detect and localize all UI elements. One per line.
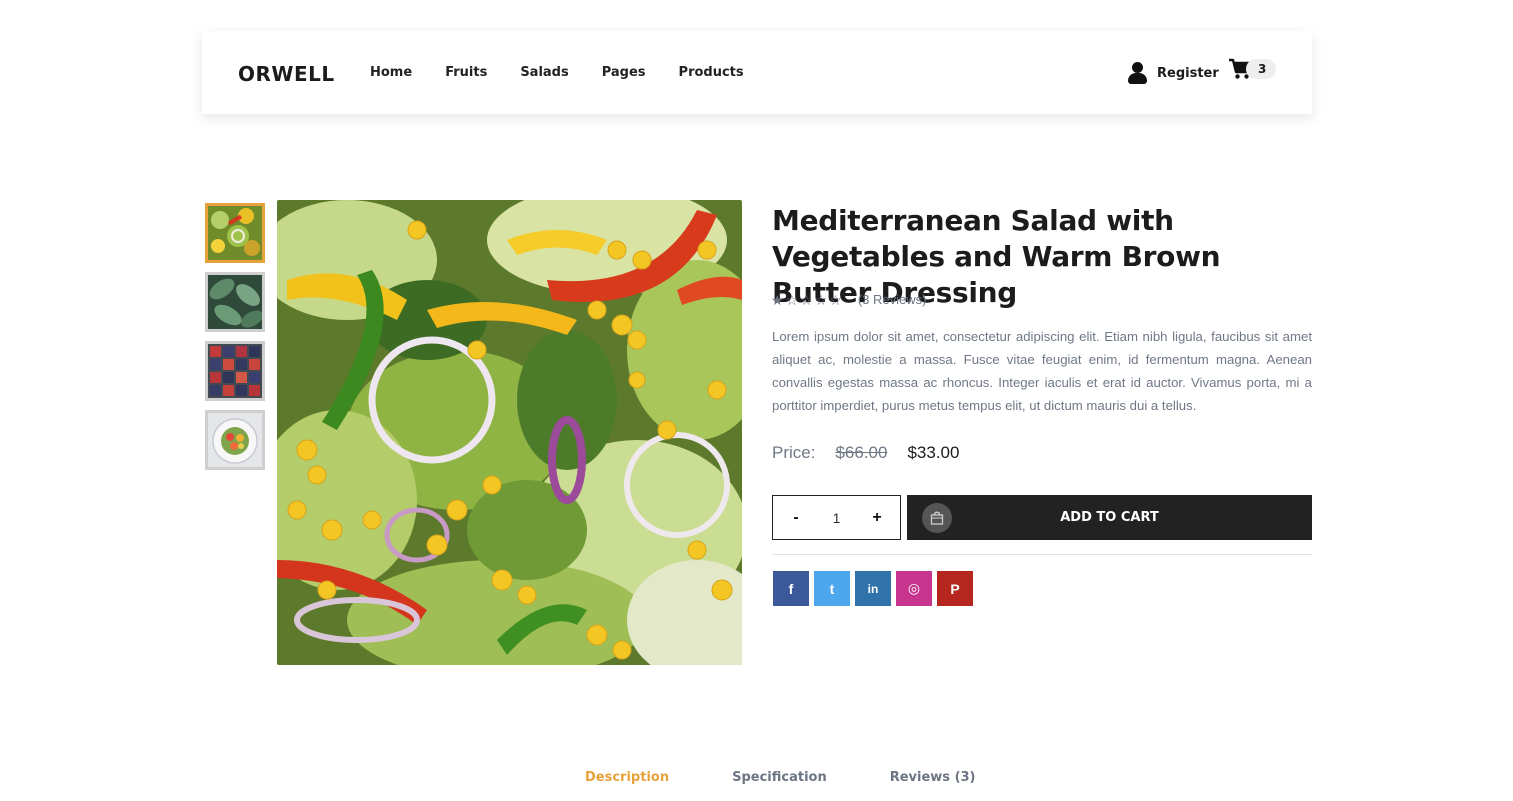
linkedin-icon[interactable]: in (855, 571, 891, 606)
thumbnail-list (205, 203, 265, 479)
price-row: Price: $66.00 $33.00 (772, 443, 959, 463)
instagram-icon[interactable]: ◎ (896, 571, 932, 606)
register-label: Register (1157, 65, 1219, 81)
product-rating: ★ ☆ ☆ ☆ ☆ (3 Reviews) (771, 292, 926, 307)
increase-quantity-button[interactable]: + (870, 509, 884, 527)
user-icon (1127, 61, 1147, 85)
nav-home[interactable]: Home (370, 65, 412, 80)
tab-specification[interactable]: Specification (732, 770, 827, 785)
add-to-cart-button[interactable]: ADD TO CART (907, 495, 1312, 540)
star-empty-icon: ☆ (785, 291, 799, 308)
quantity-stepper: - 1 + (772, 495, 901, 540)
thumbnail-green-leaves[interactable] (205, 272, 265, 332)
register-link[interactable]: Register (1127, 61, 1219, 85)
star-empty-icon: ☆ (800, 291, 813, 308)
cart-count-badge: 3 (1246, 59, 1277, 79)
star-empty-icon: ☆ (829, 291, 842, 308)
site-header: ORWELL Home Fruits Salads Pages Products… (202, 31, 1312, 114)
old-price: $66.00 (835, 443, 888, 462)
product-main-image[interactable] (277, 200, 742, 665)
nav-pages[interactable]: Pages (602, 65, 646, 80)
decrease-quantity-button[interactable]: - (789, 509, 803, 527)
nav-salads[interactable]: Salads (520, 65, 568, 80)
star-filled-icon: ★ (771, 291, 784, 308)
logo[interactable]: ORWELL (238, 62, 335, 86)
reviews-count-link[interactable]: (3 Reviews) (858, 292, 927, 307)
star-empty-icon: ☆ (814, 291, 828, 308)
social-share: f t in ◎ P (773, 571, 973, 606)
nav-fruits[interactable]: Fruits (445, 65, 487, 80)
cart-button[interactable]: 3 (1228, 58, 1277, 80)
price-label: Price: (772, 443, 816, 462)
twitter-icon[interactable]: t (814, 571, 850, 606)
product-tabs: Description Specification Reviews (3) (585, 770, 1039, 785)
shopping-bag-icon (922, 503, 952, 533)
thumbnail-berry-boxes[interactable] (205, 341, 265, 401)
quantity-value[interactable]: 1 (833, 510, 841, 526)
thumbnail-salad-closeup[interactable] (205, 203, 265, 263)
pinterest-icon[interactable]: P (937, 571, 973, 606)
divider (772, 554, 1312, 555)
facebook-icon[interactable]: f (773, 571, 809, 606)
thumbnail-salad-bowl[interactable] (205, 410, 265, 470)
product-description: Lorem ipsum dolor sit amet, consectetur … (772, 329, 1312, 413)
tab-description[interactable]: Description (585, 770, 669, 785)
nav-products[interactable]: Products (679, 65, 744, 80)
add-to-cart-label: ADD TO CART (1060, 510, 1159, 525)
tab-reviews[interactable]: Reviews (3) (890, 770, 976, 785)
current-price: $33.00 (907, 443, 960, 462)
main-nav: Home Fruits Salads Pages Products (370, 65, 777, 80)
